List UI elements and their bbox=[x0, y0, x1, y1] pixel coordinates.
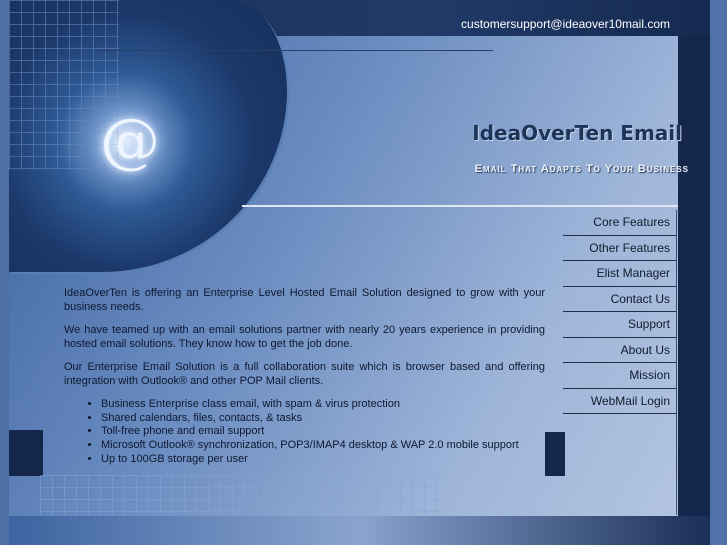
footer-bar bbox=[9, 516, 710, 545]
decorative-grid bbox=[40, 475, 440, 515]
tagline: Email That Adapts To Your Business bbox=[474, 163, 689, 175]
list-item: Shared calendars, files, contacts, & tas… bbox=[101, 412, 545, 426]
list-item: Business Enterprise class email, with sp… bbox=[101, 398, 545, 412]
feature-list: Business Enterprise class email, with sp… bbox=[64, 398, 545, 467]
nav-about-us[interactable]: About Us bbox=[563, 338, 676, 363]
decorative-block bbox=[545, 432, 565, 476]
nav-contact-us[interactable]: Contact Us bbox=[563, 287, 676, 312]
right-strip bbox=[710, 0, 727, 545]
list-item: Toll-free phone and email support bbox=[101, 425, 545, 439]
nav-menu: Core Features Other Features Elist Manag… bbox=[563, 210, 677, 515]
support-email-link[interactable]: customersupport@ideaover10mail.com bbox=[440, 17, 670, 31]
list-item: Up to 100GB storage per user bbox=[101, 453, 545, 467]
brand-title: IdeaOverTen Email bbox=[472, 121, 682, 145]
nav-elist-manager[interactable]: Elist Manager bbox=[563, 261, 676, 287]
at-sign-icon: @ bbox=[100, 106, 160, 176]
content: IdeaOverTen is offering an Enterprise Le… bbox=[64, 287, 545, 467]
list-item: Microsoft Outlook® synchronization, POP3… bbox=[101, 439, 545, 453]
paragraph: We have teamed up with an email solution… bbox=[64, 324, 545, 350]
divider bbox=[100, 50, 493, 51]
decorative-block bbox=[9, 430, 43, 476]
left-strip bbox=[0, 0, 9, 545]
nav-support[interactable]: Support bbox=[563, 312, 676, 338]
nav-mission[interactable]: Mission bbox=[563, 363, 676, 389]
divider bbox=[242, 205, 678, 207]
nav-other-features[interactable]: Other Features bbox=[563, 236, 676, 261]
nav-core-features[interactable]: Core Features bbox=[563, 210, 676, 236]
paragraph: IdeaOverTen is offering an Enterprise Le… bbox=[64, 287, 545, 313]
paragraph: Our Enterprise Email Solution is a full … bbox=[64, 361, 545, 387]
nav-webmail-login[interactable]: WebMail Login bbox=[563, 389, 676, 414]
